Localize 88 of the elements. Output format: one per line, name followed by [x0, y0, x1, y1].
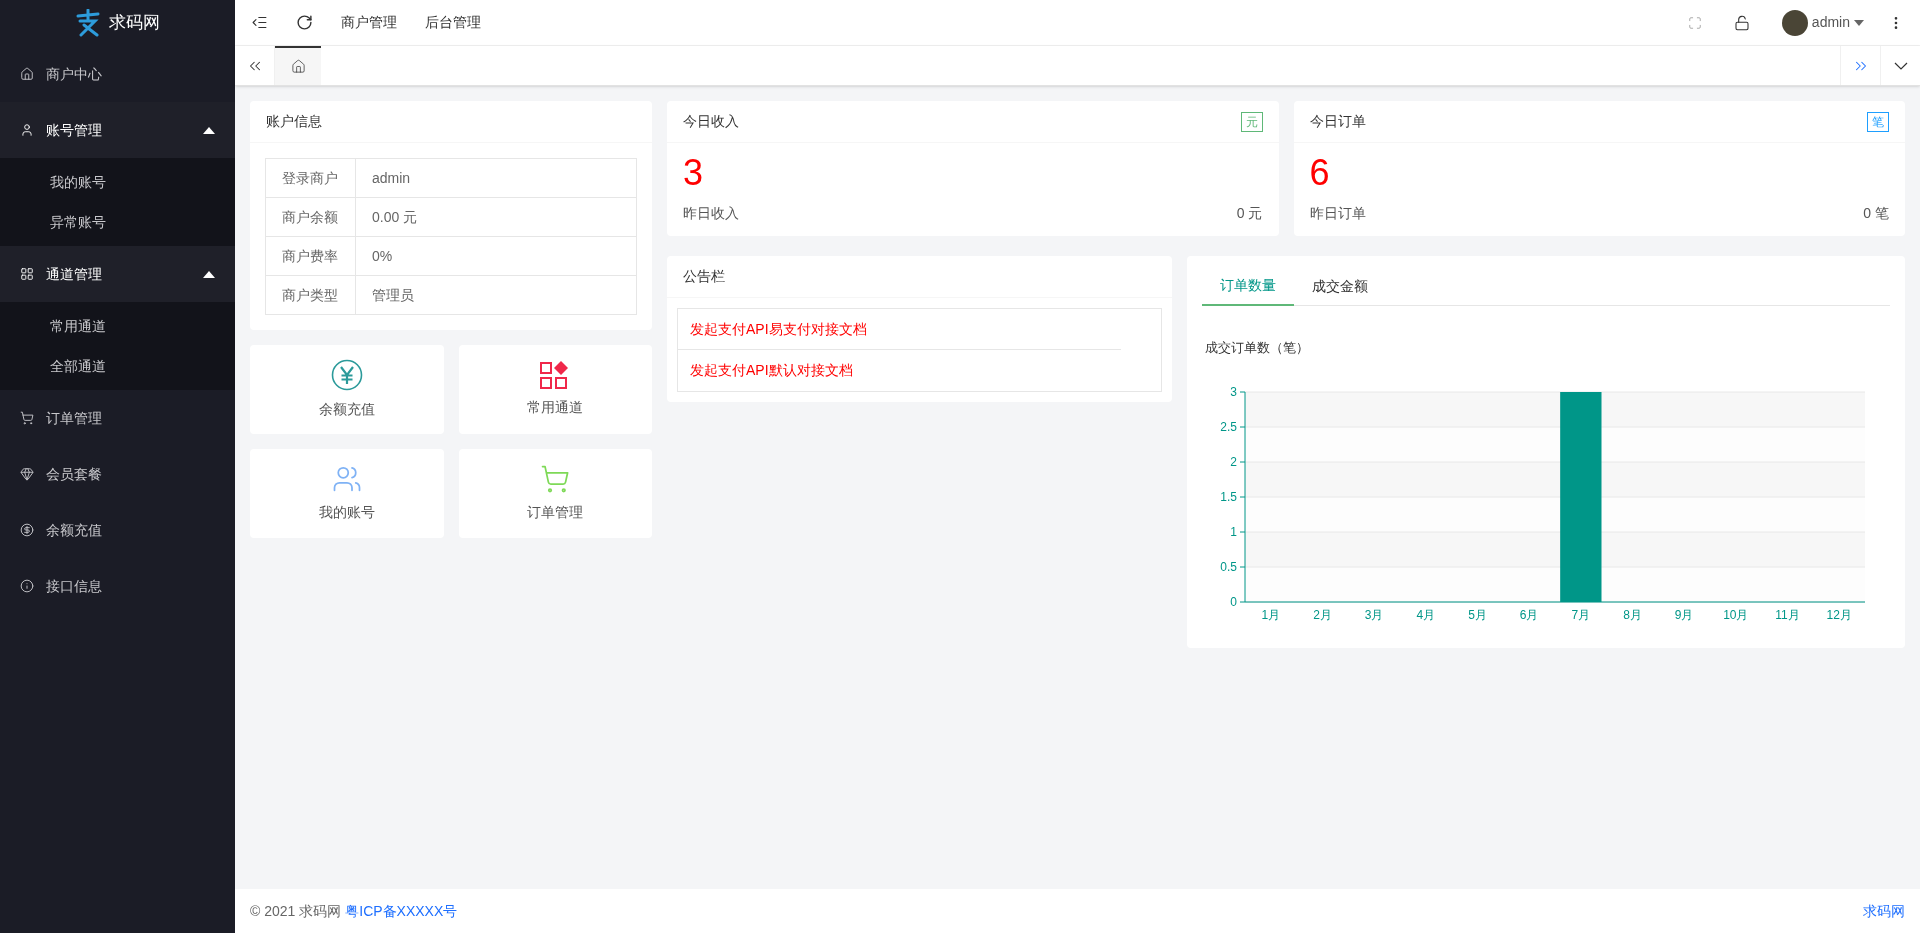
user-name[interactable]: admin [1811, 12, 1850, 33]
axis-label: 2.5 [1220, 419, 1237, 434]
icp-link[interactable]: 粤ICP备XXXXX号 [345, 900, 458, 922]
logo-icon [75, 9, 101, 37]
sidebar-item[interactable]: 订单管理 [0, 390, 235, 446]
notice-link[interactable]: 发起支付API默认对接文档 [690, 360, 853, 381]
table-cell: admin [355, 158, 637, 198]
stat-label: 昨日收入 [683, 204, 739, 223]
avatar[interactable] [1781, 9, 1808, 36]
chevron-down-icon [1893, 61, 1908, 70]
caret-up-icon [203, 270, 215, 278]
notice-link[interactable]: 发起支付API易支付对接文档 [690, 318, 867, 340]
shortcut-card[interactable]: 订单管理 [458, 449, 652, 538]
stat-value: 3 [683, 151, 705, 195]
sidebar-item[interactable]: 账号管理 [0, 102, 235, 158]
unit-tag: 笔 [1867, 111, 1889, 132]
table-cell: 管理员 [355, 275, 637, 315]
menu-item-icon [20, 467, 34, 481]
stat-sub-value: 0 笔 [1863, 204, 1889, 223]
submenu-item[interactable]: 常用通道 [0, 306, 235, 346]
card-title: 今日订单 [1309, 112, 1366, 131]
axis-label: 12月 [1826, 607, 1852, 622]
menu-item-icon [20, 123, 34, 137]
axis-label: 1 [1230, 524, 1237, 539]
axis-label: 6月 [1519, 607, 1539, 622]
sidebar-item[interactable]: 通道管理 [0, 246, 235, 302]
shortcut-card[interactable]: 我的账号 [250, 449, 444, 538]
copyright-text: © 2021 求码网 [250, 901, 342, 921]
axis-label: 3 [1230, 384, 1237, 399]
yen-icon [330, 359, 363, 391]
menu-item-icon [20, 267, 34, 281]
card-title: 公告栏 [667, 256, 1172, 298]
sidebar-item[interactable]: 接口信息 [0, 558, 235, 614]
menu-item-icon [20, 523, 34, 537]
table-cell: 商户类型 [265, 275, 356, 315]
menu-item-icon [20, 579, 34, 593]
cart-icon [540, 464, 571, 494]
grid-icon [540, 361, 571, 389]
card-title: 账户信息 [250, 101, 652, 143]
axis-label: 4月 [1416, 607, 1436, 622]
sidebar-item[interactable]: 会员套餐 [0, 446, 235, 502]
shortcut-card[interactable]: 余额充值 [250, 345, 444, 434]
axis-label: 2月 [1313, 607, 1332, 622]
table-cell: 0% [355, 236, 637, 276]
stat-sub-value: 0 元 [1236, 204, 1263, 223]
submenu-item[interactable]: 异常账号 [0, 202, 235, 242]
chart-title: 成交订单数（笔） [1205, 339, 1310, 357]
table-cell: 商户余额 [265, 197, 356, 237]
axis-label: 10月 [1723, 607, 1749, 622]
unit-tag: 元 [1240, 111, 1263, 132]
axis-label: 2 [1230, 454, 1237, 469]
shortcut-card[interactable]: 常用通道 [458, 345, 652, 434]
users-icon [331, 464, 362, 494]
sidebar-item[interactable]: 商户中心 [0, 46, 235, 102]
home-tab[interactable] [275, 46, 321, 85]
axis-label: 1.5 [1220, 489, 1237, 504]
chart-tab[interactable]: 成交金额 [1294, 266, 1386, 306]
chart-tab[interactable]: 订单数量 [1202, 266, 1294, 306]
axis-label: 8月 [1623, 607, 1642, 622]
axis-label: 0 [1230, 594, 1237, 609]
axis-label: 9月 [1674, 607, 1694, 622]
header-link[interactable]: 商户管理 [341, 12, 397, 33]
axis-label: 7月 [1571, 607, 1591, 622]
refresh-icon[interactable] [296, 14, 313, 31]
header-link[interactable]: 后台管理 [425, 12, 481, 33]
caret-up-icon [203, 126, 215, 134]
table-cell: 登录商户 [265, 158, 356, 198]
lock-icon[interactable] [1733, 14, 1750, 31]
axis-label: 0.5 [1220, 559, 1237, 574]
submenu-item[interactable]: 全部通道 [0, 346, 235, 386]
axis-label: 3月 [1364, 607, 1384, 622]
card-title: 今日收入 [683, 112, 739, 131]
table-cell: 0.00 元 [355, 197, 637, 237]
axis-label: 11月 [1775, 607, 1800, 622]
caret-down-icon[interactable] [1854, 19, 1864, 26]
home-icon [290, 59, 306, 74]
table-cell: 商户费率 [265, 236, 356, 276]
menu-item-icon [20, 411, 34, 425]
axis-label: 1月 [1261, 607, 1281, 622]
menu-item-icon [20, 67, 34, 81]
stat-label: 昨日订单 [1309, 204, 1366, 223]
footer-link[interactable]: 求码网 [1863, 900, 1905, 922]
submenu-item[interactable]: 我的账号 [0, 162, 235, 202]
axis-label: 5月 [1468, 607, 1487, 622]
brand-name: 求码网 [109, 12, 160, 35]
stat-value: 6 [1309, 151, 1331, 195]
sidebar-item[interactable]: 余额充值 [0, 502, 235, 558]
menu-toggle-icon[interactable] [251, 14, 268, 31]
